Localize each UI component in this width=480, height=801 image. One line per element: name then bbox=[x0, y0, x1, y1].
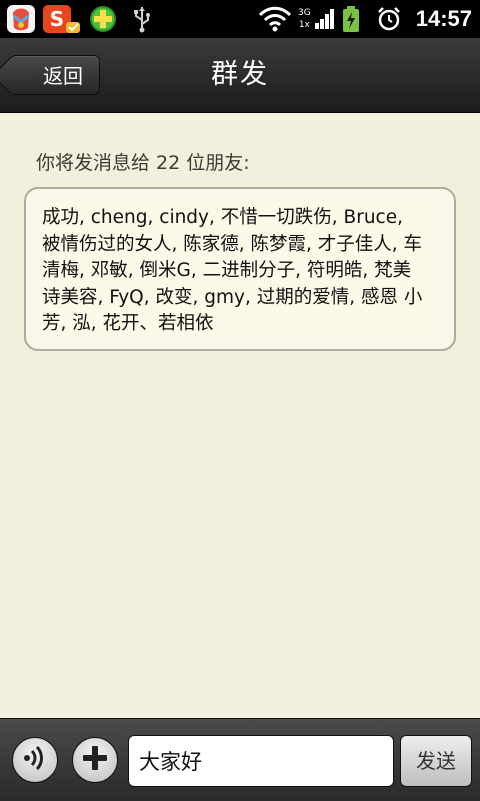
send-button[interactable]: 发送 bbox=[400, 735, 472, 787]
sogou-input-icon: S bbox=[42, 4, 80, 34]
title-bar: 返回 群发 bbox=[0, 38, 480, 113]
recipient-count-prompt: 你将发消息给 22 位朋友: bbox=[36, 152, 250, 174]
wifi-icon bbox=[258, 0, 292, 38]
recipients-box: 成功, cheng, cindy, 不惜一切跌伤, Bruce, 被情伤过的女人… bbox=[24, 187, 456, 351]
signal-icon bbox=[314, 0, 336, 38]
voice-button[interactable] bbox=[12, 737, 58, 783]
status-bar: S 3G 1x 14:57 bbox=[0, 0, 480, 38]
app-store-icon bbox=[6, 4, 36, 34]
voice-icon bbox=[20, 743, 50, 777]
usb-icon bbox=[130, 4, 160, 34]
message-input-bar: 发送 bbox=[0, 718, 480, 801]
clock: 14:57 bbox=[415, 6, 472, 31]
page-title: 群发 bbox=[211, 59, 269, 90]
message-input[interactable] bbox=[128, 735, 394, 787]
svg-text:S: S bbox=[50, 7, 64, 31]
battery-charging-icon bbox=[340, 0, 362, 38]
plus-icon bbox=[80, 743, 110, 777]
alarm-icon bbox=[376, 0, 402, 38]
plus-app-icon bbox=[88, 4, 118, 34]
recipients-list: 成功, cheng, cindy, 不惜一切跌伤, Bruce, 被情伤过的女人… bbox=[42, 207, 423, 334]
network-type-label: 3G 1x bbox=[298, 8, 311, 30]
add-attachment-button[interactable] bbox=[72, 737, 118, 783]
